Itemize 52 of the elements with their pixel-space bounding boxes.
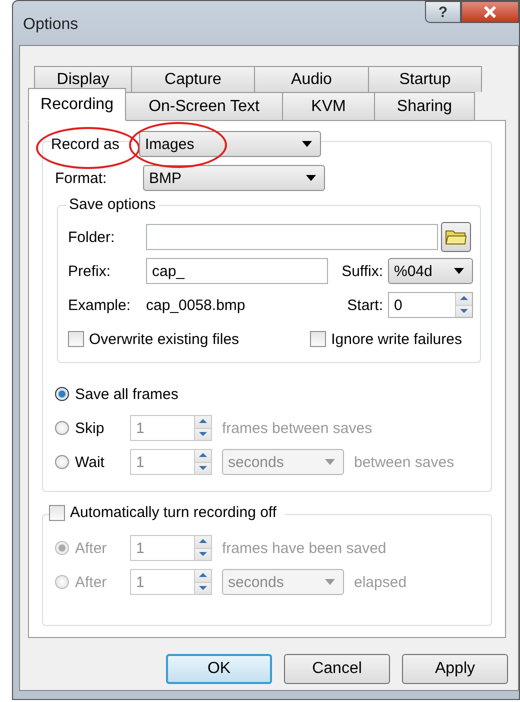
spin-arrows-icon <box>194 416 211 440</box>
caret-icon <box>454 268 464 274</box>
radio-button[interactable]: Save all frames <box>55 386 178 402</box>
start-spinner[interactable]: 0 <box>388 292 473 318</box>
suffix-dropdown[interactable]: %04d <box>388 258 473 284</box>
example-filename: cap_0058.bmp <box>146 296 246 314</box>
prefix-field[interactable]: cap_ <box>146 258 328 284</box>
field-label: frames between saves <box>222 420 372 436</box>
radio-button[interactable]: Skip <box>55 420 130 436</box>
folder-field[interactable] <box>146 224 438 250</box>
spin-arrows-icon <box>194 450 211 474</box>
radio-button[interactable]: Wait <box>55 454 130 470</box>
window-title: Options <box>23 16 78 34</box>
browse-button[interactable] <box>441 222 471 252</box>
dialog-button[interactable]: Apply <box>402 654 508 684</box>
number-spinner[interactable]: 1 <box>130 449 212 475</box>
checkbox[interactable]: Overwrite existing files <box>68 330 240 348</box>
field-label: Suffix: <box>340 262 384 280</box>
number-spinner[interactable]: 1 <box>130 415 212 441</box>
tab[interactable]: Audio <box>254 66 369 92</box>
checkbox[interactable]: Automatically turn recording off <box>49 504 284 521</box>
close-button[interactable] <box>461 1 519 23</box>
tab[interactable]: On-Screen Text <box>125 92 283 120</box>
spin-arrows-icon <box>194 536 211 560</box>
field-label: Prefix: <box>68 262 112 280</box>
field-label: Start: <box>346 296 384 314</box>
help-button[interactable]: ? <box>425 1 461 23</box>
tab[interactable]: KVM <box>282 92 375 120</box>
tab[interactable]: Capture <box>131 66 255 92</box>
folder-icon <box>445 228 467 246</box>
field-label: Folder: <box>68 228 116 246</box>
spin-arrows-icon <box>455 293 472 317</box>
field-label: between saves <box>354 454 454 470</box>
dialog-button[interactable]: OK <box>166 654 272 684</box>
tab[interactable]: Recording <box>28 88 126 121</box>
tab[interactable]: Startup <box>368 66 482 92</box>
tab[interactable]: Sharing <box>374 92 475 120</box>
record-as-dropdown[interactable]: Images <box>139 131 321 157</box>
field-label: Format: <box>55 170 108 186</box>
checkbox[interactable]: Ignore write failures <box>310 330 462 348</box>
field-label: Example: <box>68 296 132 314</box>
dialog-button[interactable]: Cancel <box>284 654 390 684</box>
caret-icon <box>302 141 312 147</box>
format-dropdown[interactable]: BMP <box>143 165 325 191</box>
caret-icon <box>325 459 335 465</box>
close-icon <box>483 6 497 18</box>
spin-arrows-icon <box>194 570 211 594</box>
field-label: frames have been saved <box>222 540 386 556</box>
field-label: elapsed <box>354 574 407 590</box>
group-title: Save options <box>66 196 159 213</box>
caret-icon <box>306 175 316 181</box>
caret-icon <box>325 579 335 585</box>
